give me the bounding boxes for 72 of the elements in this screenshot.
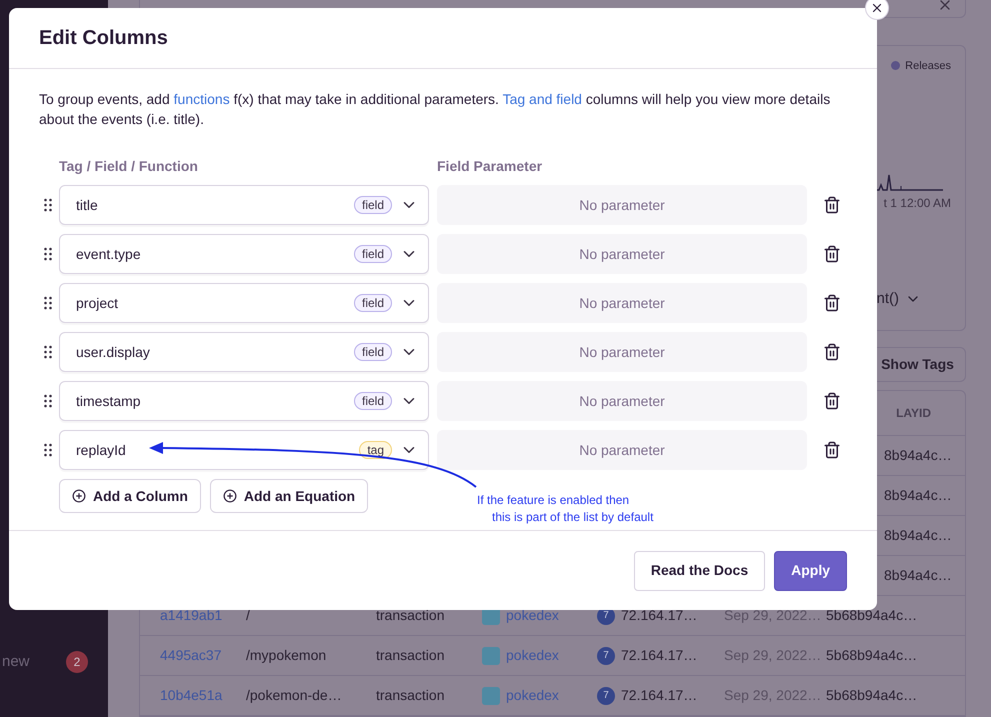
parameter-field: No parameter — [437, 332, 807, 372]
column-header: Field Parameter — [437, 157, 542, 176]
table-cell: transaction — [376, 647, 444, 663]
column-select[interactable]: timestamp field — [59, 381, 429, 421]
table-cell: 5b68b94a4c… — [826, 687, 918, 703]
table-cell: 8b94a4c… — [884, 567, 952, 583]
column-select[interactable]: project field — [59, 283, 429, 323]
delete-icon[interactable] — [823, 343, 841, 361]
add-button[interactable]: Add an Equation — [210, 479, 368, 513]
parameter-field: No parameter — [437, 430, 807, 470]
type-badge: field — [354, 343, 392, 361]
chart-spike-drawing — [875, 174, 945, 192]
table-cell: / — [246, 607, 250, 623]
table-cell-text: 72.164.17… — [621, 606, 698, 625]
axis-label: t 1 12:00 AM — [884, 195, 951, 212]
add-button[interactable]: Add a Column — [59, 479, 201, 513]
user-avatar: 7 — [597, 646, 615, 664]
sidebar-item[interactable]: new — [2, 650, 30, 673]
column-select[interactable]: replayId tag — [59, 430, 429, 470]
table-cell-text: 72.164.17… — [621, 646, 698, 665]
project-icon — [482, 646, 500, 664]
table-cell-text: 72.164.17… — [621, 686, 698, 705]
plus-icon — [72, 489, 86, 503]
count-badge: 2 — [66, 650, 88, 673]
column-select[interactable]: event.type field — [59, 234, 429, 274]
plus-icon — [222, 489, 237, 503]
type-badge: field — [354, 196, 392, 214]
parameter-field: No parameter — [437, 234, 807, 274]
table-cell: 8b94a4c… — [884, 487, 952, 503]
drag-handle-icon[interactable] — [44, 443, 52, 457]
type-badge: field — [354, 245, 392, 263]
table-cell: 8b94a4c… — [884, 527, 952, 543]
delete-icon[interactable] — [823, 441, 841, 459]
legend-label: Releases — [905, 58, 951, 74]
drag-handle-icon[interactable] — [44, 394, 52, 408]
table-cell: 5b68b94a4c… — [826, 607, 918, 623]
table-cell: /pokemon-de… — [246, 687, 342, 703]
parameter-field: No parameter — [437, 381, 807, 421]
table-cell: 5b68b94a4c… — [826, 647, 918, 663]
annotation-text: this is part of the list by default — [491, 509, 654, 526]
close-icon — [870, 1, 884, 15]
table-cell: transaction — [376, 607, 444, 623]
dialog-title: Edit Columns — [39, 26, 168, 51]
drag-handle-icon[interactable] — [44, 296, 52, 310]
close-button[interactable] — [865, 0, 889, 20]
column-header: Tag / Field / Function — [59, 157, 199, 176]
footer-button[interactable]: Apply — [774, 550, 847, 590]
delete-icon[interactable] — [823, 245, 841, 263]
delete-icon[interactable] — [823, 392, 841, 410]
docs-link[interactable]: Tag and field — [502, 91, 582, 107]
user-avatar: 7 — [597, 686, 615, 704]
type-badge: field — [354, 392, 392, 410]
drag-handle-icon[interactable] — [44, 198, 52, 212]
description-text: To group events, add functions f(x) that may take in additional parameters. Tag and field columns will help you view more details about the events (i.e. title). — [38, 90, 832, 129]
project-icon — [482, 686, 500, 704]
parameter-field: No parameter — [437, 185, 807, 225]
drag-handle-icon[interactable] — [44, 345, 52, 359]
docs-link[interactable]: functions — [174, 91, 230, 107]
column-select[interactable]: user.display field — [59, 332, 429, 372]
delete-icon[interactable] — [823, 294, 841, 312]
parameter-field: No parameter — [437, 283, 807, 323]
table-cell: 8b94a4c… — [884, 447, 952, 463]
footer-button[interactable]: Read the Docs — [634, 550, 766, 590]
column-select[interactable]: title field — [59, 185, 429, 225]
delete-icon[interactable] — [823, 196, 841, 214]
table-cell: /mypokemon — [246, 647, 326, 663]
type-badge: field — [354, 294, 392, 312]
table-cell: transaction — [376, 687, 444, 703]
drag-handle-icon[interactable] — [44, 247, 52, 261]
column-header: LAYID — [896, 405, 931, 422]
annotation-text: If the feature is enabled then — [477, 492, 630, 509]
dropdown-label[interactable]: nt() — [876, 288, 899, 310]
